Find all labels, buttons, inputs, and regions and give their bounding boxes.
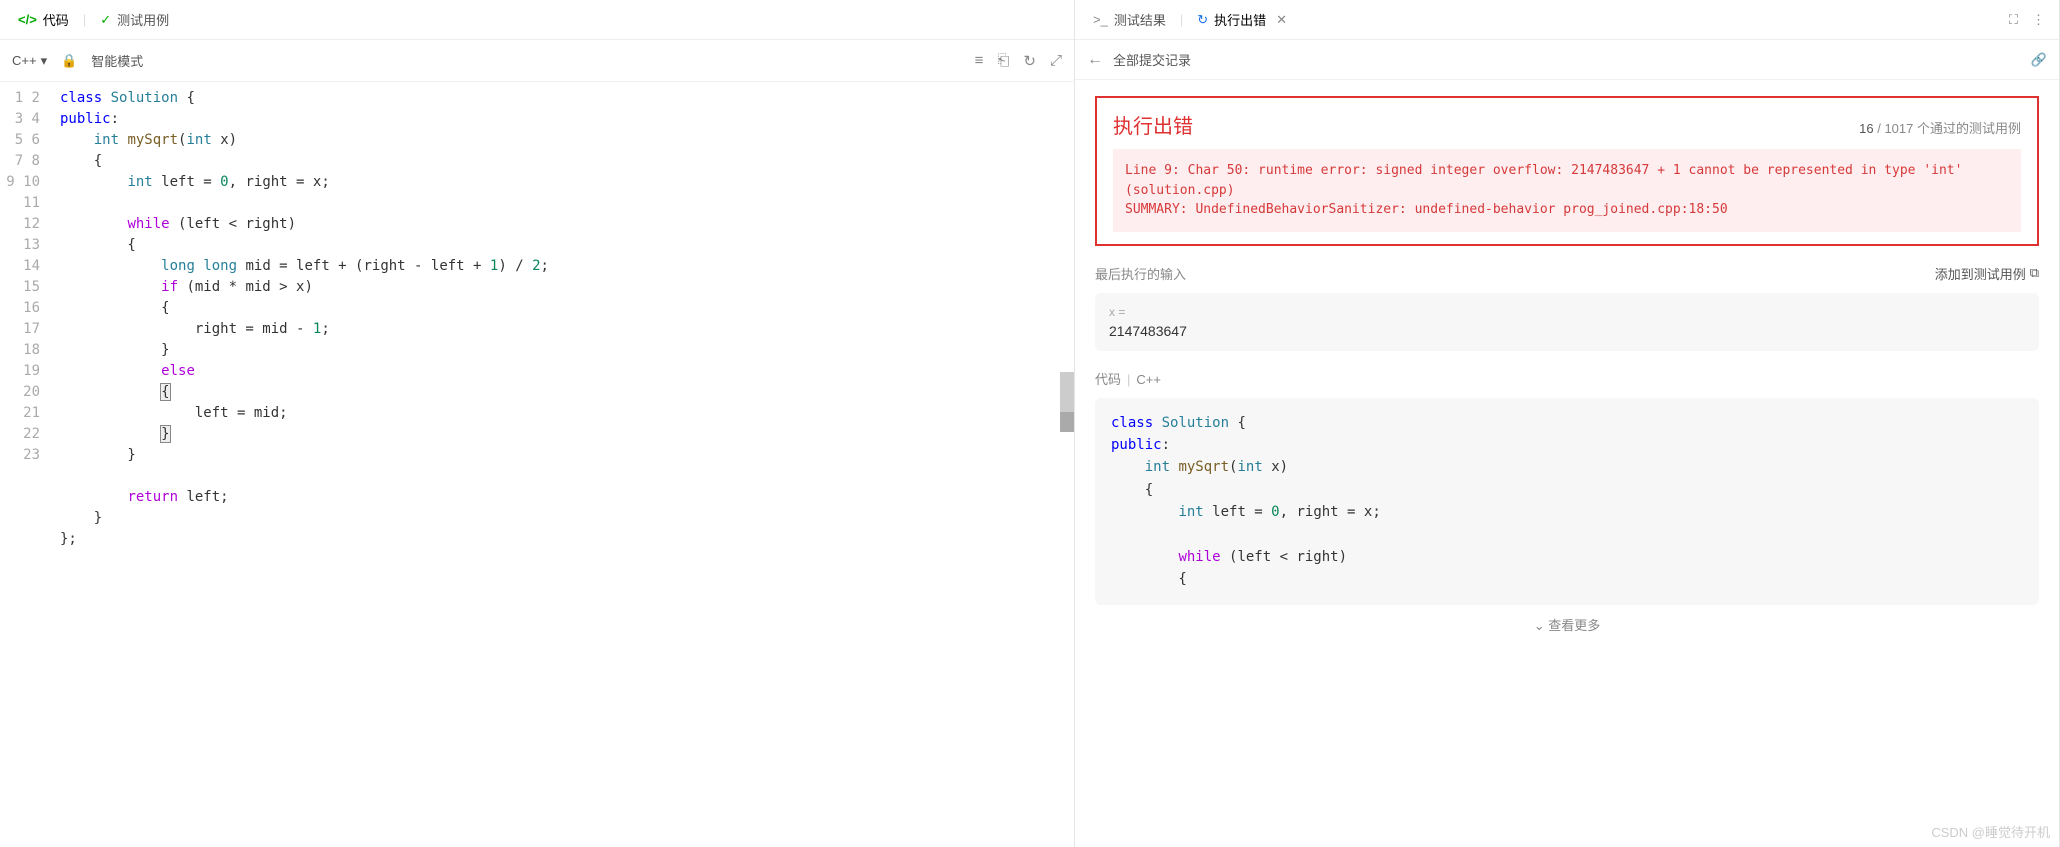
format-icon[interactable]: ≡ <box>975 52 984 69</box>
bookmark-icon[interactable]: ⎗ <box>997 52 1009 69</box>
tab-result-label: 测试结果 <box>1114 10 1166 29</box>
language-selector[interactable]: C++ ▾ <box>12 53 47 69</box>
submitted-code-block: class Solution { public: int mySqrt(int … <box>1095 398 2039 605</box>
terminal-icon: >_ <box>1093 12 1108 27</box>
tab-error[interactable]: ↻ 执行出错 ✕ <box>1189 4 1295 35</box>
back-arrow-icon[interactable]: ← <box>1087 51 1103 69</box>
input-value: 2147483647 <box>1109 323 2025 339</box>
code-editor[interactable]: 1 2 3 4 5 6 7 8 9 10 11 12 13 14 15 16 1… <box>0 82 1074 847</box>
result-body: 执行出错 16 / 1017 个通过的测试用例 Line 9: Char 50:… <box>1075 80 2059 847</box>
tab-testcases-label: 测试用例 <box>117 10 169 29</box>
tab-divider: | <box>1180 12 1183 27</box>
total-count: 1017 <box>1884 121 1913 136</box>
lock-icon: 🔒 <box>61 53 77 69</box>
code-section-header: 代码|C++ <box>1095 369 2039 388</box>
code-section-label: 代码 <box>1095 372 1121 387</box>
reset-icon[interactable]: ↻ <box>1023 52 1036 70</box>
fullscreen-icon[interactable]: ⛶ <box>2005 8 2022 32</box>
error-box: 执行出错 16 / 1017 个通过的测试用例 Line 9: Char 50:… <box>1095 96 2039 246</box>
show-more-label: 查看更多 <box>1548 618 1600 633</box>
right-tab-bar: >_ 测试结果 | ↻ 执行出错 ✕ ⛶ ⋮ <box>1075 0 2059 40</box>
stats-suffix: 个通过的测试用例 <box>1917 121 2021 136</box>
nav-row: ← 全部提交记录 🔗 <box>1075 40 2059 80</box>
last-input-label: 最后执行的输入 <box>1095 264 1186 283</box>
close-icon[interactable]: ✕ <box>1276 12 1287 28</box>
error-stats: 16 / 1017 个通过的测试用例 <box>1859 118 2021 137</box>
language-label: C++ <box>12 53 37 68</box>
editor-toolbar: C++ ▾ 🔒 智能模式 ≡ ⎗ ↻ ⤢ <box>0 40 1074 82</box>
tab-error-label: 执行出错 <box>1214 10 1266 29</box>
chevron-down-icon: ⌄ <box>1534 618 1545 633</box>
minimap-marker-2 <box>1060 412 1074 432</box>
tab-divider: | <box>83 12 86 27</box>
check-icon: ✓ <box>100 12 111 28</box>
add-label: 添加到测试用例 <box>1935 264 2026 283</box>
tab-testcases[interactable]: ✓ 测试用例 <box>92 4 177 35</box>
show-more-button[interactable]: ⌄ 查看更多 <box>1095 605 2039 634</box>
menu-dots-icon[interactable]: ⋮ <box>2028 8 2049 32</box>
code-section-lang: C++ <box>1136 372 1161 387</box>
copy-icon: ⧉ <box>2030 265 2039 281</box>
watermark: CSDN @睡觉待开机 <box>1931 822 2050 841</box>
link-icon[interactable]: 🔗 <box>2031 52 2047 68</box>
left-tab-bar: </> 代码 | ✓ 测试用例 <box>0 0 1074 40</box>
expand-icon[interactable]: ⤢ <box>1050 52 1062 69</box>
tab-code-label: 代码 <box>43 10 69 29</box>
refresh-icon: ↻ <box>1197 12 1208 28</box>
last-input-header: 最后执行的输入 添加到测试用例 ⧉ <box>1095 264 2039 283</box>
tab-code[interactable]: </> 代码 <box>10 4 77 35</box>
chevron-down-icon: ▾ <box>41 53 48 69</box>
code-content[interactable]: class Solution { public: int mySqrt(int … <box>50 82 1074 847</box>
passed-count: 16 <box>1859 121 1873 136</box>
all-submissions-link[interactable]: 全部提交记录 <box>1113 50 1191 69</box>
tab-test-result[interactable]: >_ 测试结果 <box>1085 4 1174 35</box>
code-icon: </> <box>18 12 37 27</box>
input-var-label: x = <box>1109 305 2025 319</box>
add-to-testcase-button[interactable]: 添加到测试用例 ⧉ <box>1935 264 2039 283</box>
line-gutter: 1 2 3 4 5 6 7 8 9 10 11 12 13 14 15 16 1… <box>0 82 50 847</box>
input-box: x = 2147483647 <box>1095 293 2039 351</box>
mode-label: 智能模式 <box>91 51 143 70</box>
error-message: Line 9: Char 50: runtime error: signed i… <box>1113 149 2021 232</box>
error-title: 执行出错 <box>1113 110 1193 139</box>
